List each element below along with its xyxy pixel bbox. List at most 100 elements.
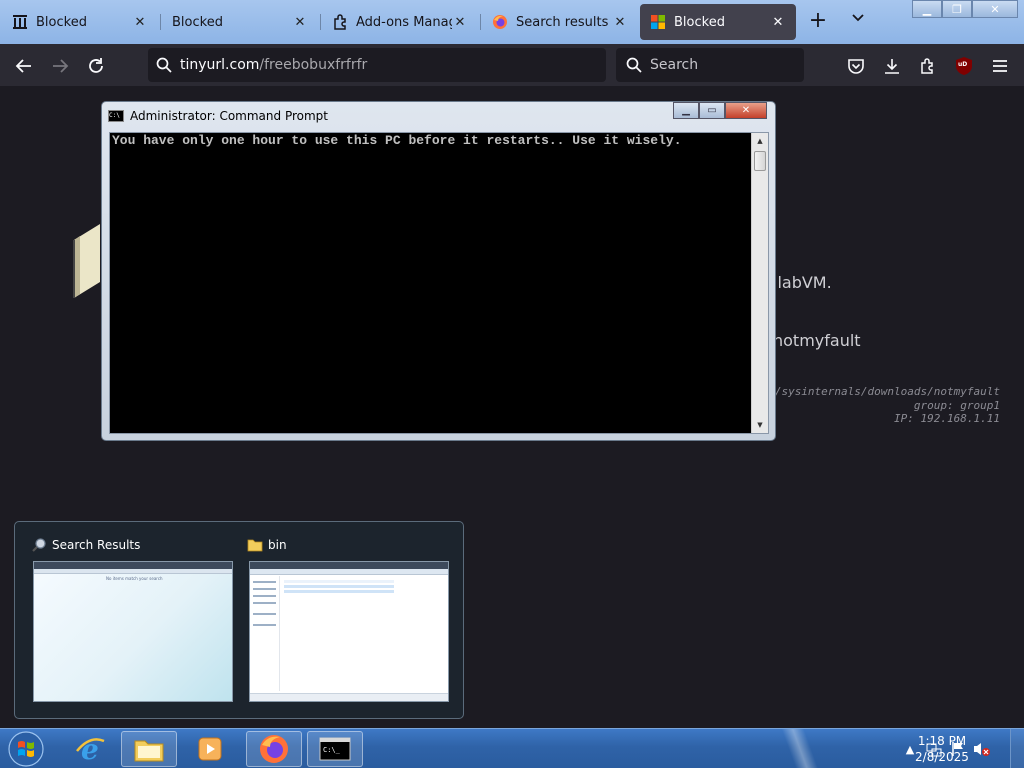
tab-separator (320, 14, 321, 30)
thumbnail-title: Search Results (52, 538, 141, 552)
scroll-down-arrow-icon[interactable]: ▼ (752, 417, 768, 433)
taskbar-file-explorer[interactable] (121, 731, 177, 767)
tab-search-results[interactable]: Search results for "... ✕ (482, 4, 638, 40)
downloads-button[interactable] (878, 52, 906, 80)
block-illustration (72, 222, 102, 298)
start-button[interactable] (4, 729, 48, 768)
ublock-origin-button[interactable]: uD (950, 52, 978, 80)
preview-status-bar (250, 693, 448, 701)
new-tab-button[interactable]: + (806, 10, 830, 34)
preview-file-list (284, 580, 394, 596)
cmd-close-button[interactable]: ✕ (725, 102, 767, 119)
hamburger-menu-icon (993, 60, 1007, 72)
taskbar-command-prompt[interactable]: C:\_ (307, 731, 363, 767)
preview-text: No items match your search (106, 576, 163, 581)
folder-icon (247, 539, 263, 552)
page-text-collabvm: llabVM. (773, 273, 832, 292)
maximize-button[interactable]: ❐ (942, 0, 972, 18)
download-icon (885, 59, 899, 74)
back-button[interactable] (10, 52, 38, 80)
windows-orb-icon (8, 731, 44, 767)
svg-text:e: e (81, 733, 99, 765)
page-text-notmyfault: notmyfault (773, 331, 861, 350)
tab-addons-manager[interactable]: Add-ons Manager ✕ (322, 4, 478, 40)
cmd-icon: C:\ (108, 110, 124, 122)
search-icon (626, 57, 642, 73)
close-window-button[interactable]: ✕ (972, 0, 1018, 18)
url-text: tinyurl.com/freebobuxfrfrfr (180, 57, 367, 73)
close-icon[interactable]: ✕ (452, 15, 468, 30)
show-desktop-button[interactable] (1010, 729, 1024, 768)
extensions-button[interactable] (914, 52, 942, 80)
close-icon[interactable]: ✕ (292, 15, 308, 30)
microsoft-logo-icon (650, 14, 666, 30)
taskbar-media-player[interactable] (182, 731, 238, 767)
scroll-up-arrow-icon[interactable]: ▲ (752, 133, 768, 149)
svg-text:C:\_: C:\_ (323, 746, 341, 754)
tab-title: Blocked (172, 14, 223, 30)
close-icon[interactable]: ✕ (132, 15, 148, 30)
cmd-output: You have only one hour to use this PC be… (112, 133, 682, 148)
media-player-icon (198, 737, 222, 761)
page-ip-text: IP: 192.168.1.11 (894, 412, 1000, 425)
cmd-title: Administrator: Command Prompt (130, 109, 328, 123)
arrow-right-icon (53, 59, 69, 73)
tab-blocked-1[interactable]: Blocked ✕ (2, 4, 158, 40)
cmd-scrollbar[interactable]: ▲ ▼ (751, 133, 768, 433)
search-bar[interactable]: Search (616, 48, 804, 82)
close-icon[interactable]: ✕ (612, 15, 628, 30)
url-host: tinyurl.com (180, 57, 260, 73)
preview-title-bar (34, 562, 232, 569)
clock-date: 2/8/2025 (915, 750, 969, 764)
cmd-console[interactable]: You have only one hour to use this PC be… (109, 132, 769, 434)
thumbnail-search-results[interactable]: Search Results No items match your searc… (31, 534, 235, 706)
tab-title: Blocked (36, 14, 87, 30)
close-icon[interactable]: ✕ (770, 15, 786, 30)
command-prompt-window[interactable]: C:\ Administrator: Command Prompt ▁ ▭ ✕ … (101, 101, 776, 441)
taskbar-firefox[interactable] (246, 731, 302, 767)
internet-explorer-icon: e (76, 733, 105, 765)
navigation-toolbar: tinyurl.com/freebobuxfrfrfr Search uD (0, 44, 1024, 86)
minimize-button[interactable]: ▁ (912, 0, 942, 18)
list-all-tabs-button[interactable] (846, 10, 870, 34)
reload-icon (89, 58, 103, 73)
preview-toolbar (34, 569, 232, 574)
chevron-down-icon (852, 14, 864, 22)
reload-button[interactable] (82, 52, 110, 80)
pocket-icon (848, 59, 864, 74)
taskbar-clock[interactable]: 1:18 PM 2/8/2025 (912, 733, 972, 765)
thumbnail-header: Search Results (31, 534, 235, 556)
command-prompt-icon: C:\_ (319, 737, 351, 761)
cmd-title-bar[interactable]: C:\ Administrator: Command Prompt (108, 106, 328, 126)
windows-taskbar: e C:\_ ▲ 1:18 PM 2/8/2025 (0, 728, 1024, 768)
puzzle-icon (921, 58, 933, 74)
preview-nav-pane (250, 576, 280, 691)
cmd-maximize-button[interactable]: ▭ (699, 102, 725, 119)
app-menu-button[interactable] (986, 52, 1014, 80)
tab-title: Search results for "... (516, 14, 612, 30)
thumbnail-header: bin (247, 534, 451, 556)
cmd-minimize-button[interactable]: ▁ (673, 102, 699, 119)
extension-badge: uD (958, 61, 968, 68)
tab-title: Blocked (674, 14, 725, 30)
page-group-text: group: group1 (913, 399, 1000, 412)
search-icon (156, 57, 172, 73)
pocket-button[interactable] (842, 52, 870, 80)
tab-title: Add-ons Manager (356, 14, 452, 30)
cmd-window-controls: ▁ ▭ ✕ (673, 102, 767, 119)
folder-icon (134, 740, 164, 762)
tab-separator (160, 14, 161, 30)
taskbar-glow-decoration (770, 729, 830, 768)
scrollbar-thumb[interactable] (754, 151, 766, 171)
volume-muted-icon[interactable] (972, 739, 992, 759)
url-bar[interactable]: tinyurl.com/freebobuxfrfrfr (148, 48, 606, 82)
tab-blocked-active[interactable]: Blocked ✕ (640, 4, 796, 40)
search-placeholder: Search (650, 57, 699, 73)
puzzle-icon (332, 14, 348, 30)
thumbnail-bin[interactable]: bin (247, 534, 451, 706)
tab-blocked-2[interactable]: Blocked ✕ (162, 4, 318, 40)
firefox-icon (492, 14, 508, 30)
page-link-text: -us/sysinternals/downloads/notmyfault (754, 385, 1000, 398)
forward-button[interactable] (46, 52, 74, 80)
taskbar-internet-explorer[interactable]: e (62, 731, 118, 767)
